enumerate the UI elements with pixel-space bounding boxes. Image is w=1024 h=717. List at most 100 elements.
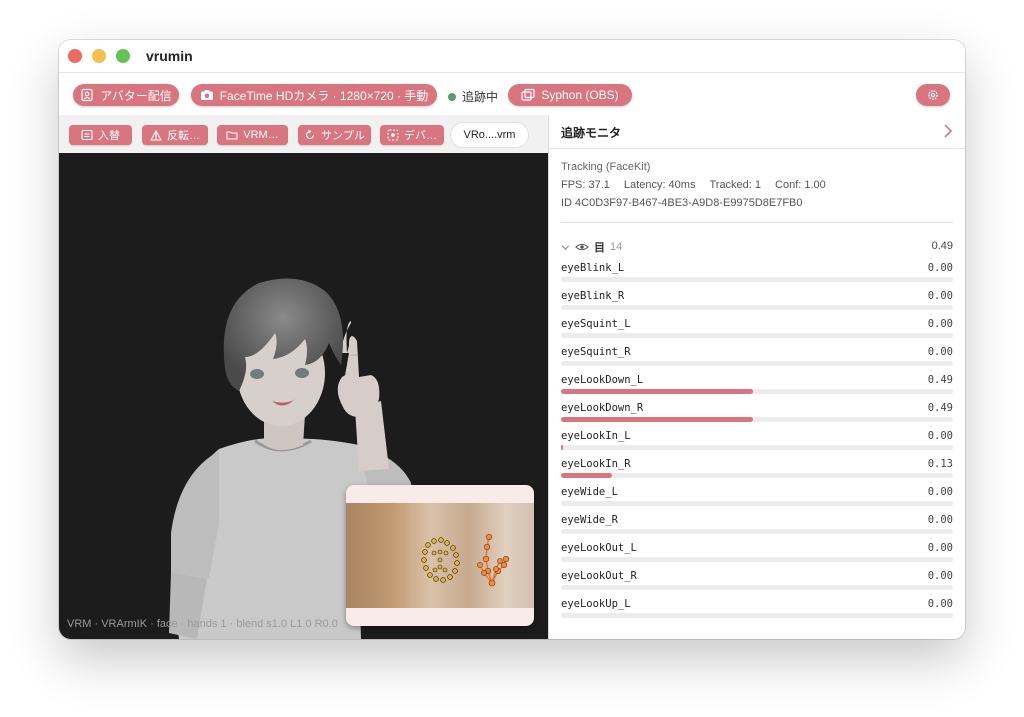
camera-icon (200, 90, 213, 100)
syphon-label: Syphon (OBS) (541, 88, 619, 102)
blendshape-row: eyeSquint_L 0.00 (561, 317, 953, 345)
blendshape-bar-track (561, 305, 953, 310)
window-title: vrumin (146, 48, 193, 64)
blendshape-name: eyeBlink_R (561, 290, 625, 302)
monitor-header[interactable]: 追跡モニタ (549, 115, 965, 149)
flip-label: 反転… (167, 130, 200, 142)
blendshape-bar-fill (561, 473, 612, 478)
blendshape-bar-track (561, 445, 953, 450)
tracking-status: 追跡中 (448, 88, 498, 105)
swap-button[interactable]: 入替 (69, 125, 132, 145)
blendshape-bar-track (561, 333, 953, 338)
blendshape-name: eyeWide_L (561, 486, 618, 498)
zoom-window-button[interactable] (116, 49, 130, 63)
viewport-status-text: VRM · VRArmIK · face · hands 1 · blend s… (67, 618, 338, 630)
vrm-file-button[interactable]: VRo....vrm (451, 123, 528, 147)
blendshape-count: 14 (610, 241, 623, 253)
monitor-title: 追跡モニタ (561, 126, 622, 140)
blendshape-name: eyeLookUp_L (561, 598, 631, 610)
viewport-toolstrip: 入替 反転… VRM… サンプル デバ… VRo....vrm (59, 115, 548, 153)
blendshape-value: 0.00 (927, 262, 953, 274)
avatar-stream-button[interactable]: アバター配信 (73, 84, 179, 106)
separator (561, 222, 953, 223)
vrm-load-button[interactable]: VRM… (217, 125, 288, 145)
camera-preview[interactable] (346, 485, 534, 626)
vrm-label: VRM… (243, 129, 279, 141)
blendshape-bar-track (561, 585, 953, 590)
blendshape-bar-fill (561, 417, 754, 422)
landmark-overlay (421, 533, 510, 587)
swap-icon (81, 129, 93, 141)
blendshape-value: 0.00 (927, 486, 953, 498)
blendshape-value: 0.00 (927, 430, 953, 442)
blendshape-group-label: 目 (594, 242, 605, 254)
blendshape-name: eyeLookIn_R (561, 458, 631, 470)
blendshape-value: 0.00 (927, 318, 953, 330)
blendshape-name: eyeWide_R (561, 514, 618, 526)
blendshape-value: 0.00 (927, 570, 953, 582)
debug-label: デバ… (404, 130, 437, 142)
vrm-file-label: VRo....vrm (463, 129, 516, 141)
fps-value: FPS: 37.1 (561, 179, 610, 191)
blendshape-row: eyeLookIn_L 0.00 (561, 429, 953, 457)
tracking-id: ID 4C0D3F97-B467-4BE3-A9D8-E9975D8E7FB0 (561, 197, 803, 209)
blendshape-bar-track (561, 557, 953, 562)
blendshape-value: 0.00 (927, 346, 953, 358)
blendshape-row: eyeLookOut_L 0.00 (561, 541, 953, 569)
status-dot (448, 92, 456, 101)
sample-button[interactable]: サンプル (298, 125, 371, 145)
blendshape-value: 0.00 (927, 290, 953, 302)
tracking-status-label: 追跡中 (462, 90, 499, 104)
blendshape-bar-track (561, 613, 953, 618)
close-window-button[interactable] (68, 49, 82, 63)
tracking-mode: Tracking (FaceKit) (561, 161, 651, 173)
blendshape-row: eyeLookOut_R 0.00 (561, 569, 953, 597)
blendshape-list: eyeBlink_L 0.00 eyeBlink_R 0.00 eyeSquint_L 0… (561, 261, 953, 625)
minimize-window-button[interactable] (92, 49, 106, 63)
tracking-metrics: FPS: 37.1 Latency: 40ms Tracked: 1 Conf:… (561, 179, 826, 191)
blendshape-bar-track (561, 529, 953, 534)
blendshape-row: eyeLookDown_R 0.49 (561, 401, 953, 429)
blendshape-row: eyeBlink_R 0.00 (561, 289, 953, 317)
app-window: vrumin アバター配信 FaceTime HDカメラ · 1280×720 … (59, 40, 965, 639)
chevron-down-icon[interactable] (561, 243, 570, 252)
windows-stack-icon (521, 88, 535, 101)
gear-icon (928, 90, 938, 100)
blendshape-name: eyeLookIn_L (561, 430, 631, 442)
blendshape-bar-fill (561, 389, 754, 394)
chevron-right-icon[interactable] (941, 123, 955, 139)
blendshape-name: eyeSquint_R (561, 346, 631, 358)
main-toolbar: アバター配信 FaceTime HDカメラ · 1280×720 · 手動 追跡… (59, 73, 965, 115)
debug-button[interactable]: デバ… (380, 125, 444, 145)
flip-icon (150, 129, 162, 141)
blendshape-row: eyeLookDown_L 0.49 (561, 373, 953, 401)
blendshape-bar-track (561, 417, 953, 422)
flip-button[interactable]: 反転… (142, 125, 208, 145)
blendshape-row: eyeBlink_L 0.00 (561, 261, 953, 289)
blendshape-bar-track (561, 389, 953, 394)
sample-label: サンプル (321, 130, 365, 142)
blendshape-bar-track (561, 473, 953, 478)
blendshape-peak: 0.49 (931, 240, 953, 252)
blendshape-name: eyeLookOut_L (561, 542, 637, 554)
title-bar: vrumin (59, 40, 965, 73)
blendshape-value: 0.49 (927, 402, 953, 414)
target-icon (387, 129, 399, 141)
blendshape-value: 0.00 (927, 542, 953, 554)
blendshape-name: eyeLookOut_R (561, 570, 637, 582)
blendshape-group-header[interactable]: 目 14 0.49 (561, 239, 953, 255)
latency-value: Latency: 40ms (623, 179, 696, 191)
avatar-stream-label: アバター配信 (100, 88, 172, 103)
settings-button[interactable] (916, 84, 950, 106)
blendshape-row: eyeLookUp_L 0.00 (561, 597, 953, 625)
blendshape-name: eyeBlink_L (561, 262, 625, 274)
eye-icon[interactable] (575, 242, 589, 252)
blendshape-value: 0.00 (927, 514, 953, 526)
camera-select-button[interactable]: FaceTime HDカメラ · 1280×720 · 手動 (191, 84, 437, 106)
blendshape-value: 0.13 (927, 458, 953, 470)
blendshape-bar-track (561, 361, 953, 366)
blendshape-name: eyeLookDown_L (561, 374, 644, 386)
camera-label: FaceTime HDカメラ · 1280×720 · 手動 (219, 88, 429, 103)
avatar-viewport[interactable]: VRM · VRArmIK · face · hands 1 · blend s… (59, 153, 548, 639)
syphon-button[interactable]: Syphon (OBS) (508, 84, 632, 106)
